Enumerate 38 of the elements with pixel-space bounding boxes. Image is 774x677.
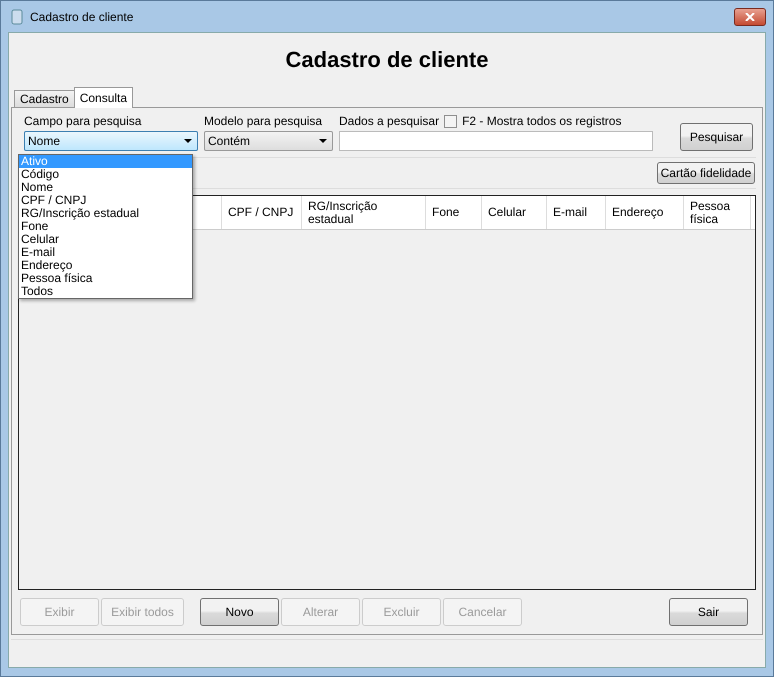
column-header[interactable]: Celular bbox=[482, 196, 547, 229]
dropdown-option[interactable]: Fone bbox=[19, 220, 192, 233]
tab[interactable]: Consulta bbox=[74, 87, 134, 108]
dropdown-option[interactable]: RG/Inscrição estadual bbox=[19, 207, 192, 220]
model-label: Modelo para pesquisa bbox=[204, 114, 324, 128]
dropdown-option[interactable]: E-mail bbox=[19, 246, 192, 259]
app-icon bbox=[10, 8, 24, 24]
dropdown-option[interactable]: Nome bbox=[19, 181, 192, 194]
page-heading: Cadastro de cliente bbox=[284, 47, 490, 74]
column-header[interactable]: RG/Inscrição estadual bbox=[302, 196, 426, 229]
column-header[interactable]: Pessoa física bbox=[684, 196, 751, 229]
data-label: Dados a pesquisar bbox=[339, 114, 440, 128]
dropdown-option[interactable]: Endereço bbox=[19, 259, 192, 272]
tab[interactable]: Cadastro bbox=[14, 90, 75, 108]
search-field[interactable] bbox=[339, 131, 653, 151]
exit-button[interactable]: Sair bbox=[669, 598, 748, 626]
column-header[interactable]: CPF / CNPJ bbox=[222, 196, 302, 229]
checkbox[interactable] bbox=[444, 114, 458, 128]
column-header[interactable]: Endereço bbox=[606, 196, 684, 229]
dropdown-option[interactable]: Celular bbox=[19, 233, 192, 246]
search-button[interactable]: Pesquisar bbox=[680, 123, 753, 151]
action-button[interactable]: Novo bbox=[200, 598, 279, 626]
checkbox-label: F2 - Mostra todos os registros bbox=[462, 114, 622, 128]
dropdown-option[interactable]: Pessoa física bbox=[19, 272, 192, 285]
column-header[interactable]: E-mail bbox=[547, 196, 606, 229]
dropdown-option[interactable]: Código bbox=[19, 168, 192, 181]
column-header[interactable]: Fone bbox=[426, 196, 482, 229]
model-dropdown[interactable]: Contém bbox=[204, 131, 333, 151]
close-button[interactable] bbox=[734, 8, 766, 26]
caret-icon bbox=[319, 139, 327, 143]
dropdown-option[interactable]: CPF / CNPJ bbox=[19, 194, 192, 207]
field-dropdown[interactable]: Nome bbox=[24, 131, 198, 151]
close-icon bbox=[745, 12, 755, 20]
caret-icon bbox=[184, 139, 192, 143]
window-title: Cadastro de cliente bbox=[30, 10, 134, 24]
field-label: Campo para pesquisa bbox=[24, 114, 142, 128]
dropdown-option[interactable]: Todos bbox=[19, 285, 192, 298]
loyalty-card-button[interactable]: Cartão fidelidade bbox=[657, 162, 755, 184]
